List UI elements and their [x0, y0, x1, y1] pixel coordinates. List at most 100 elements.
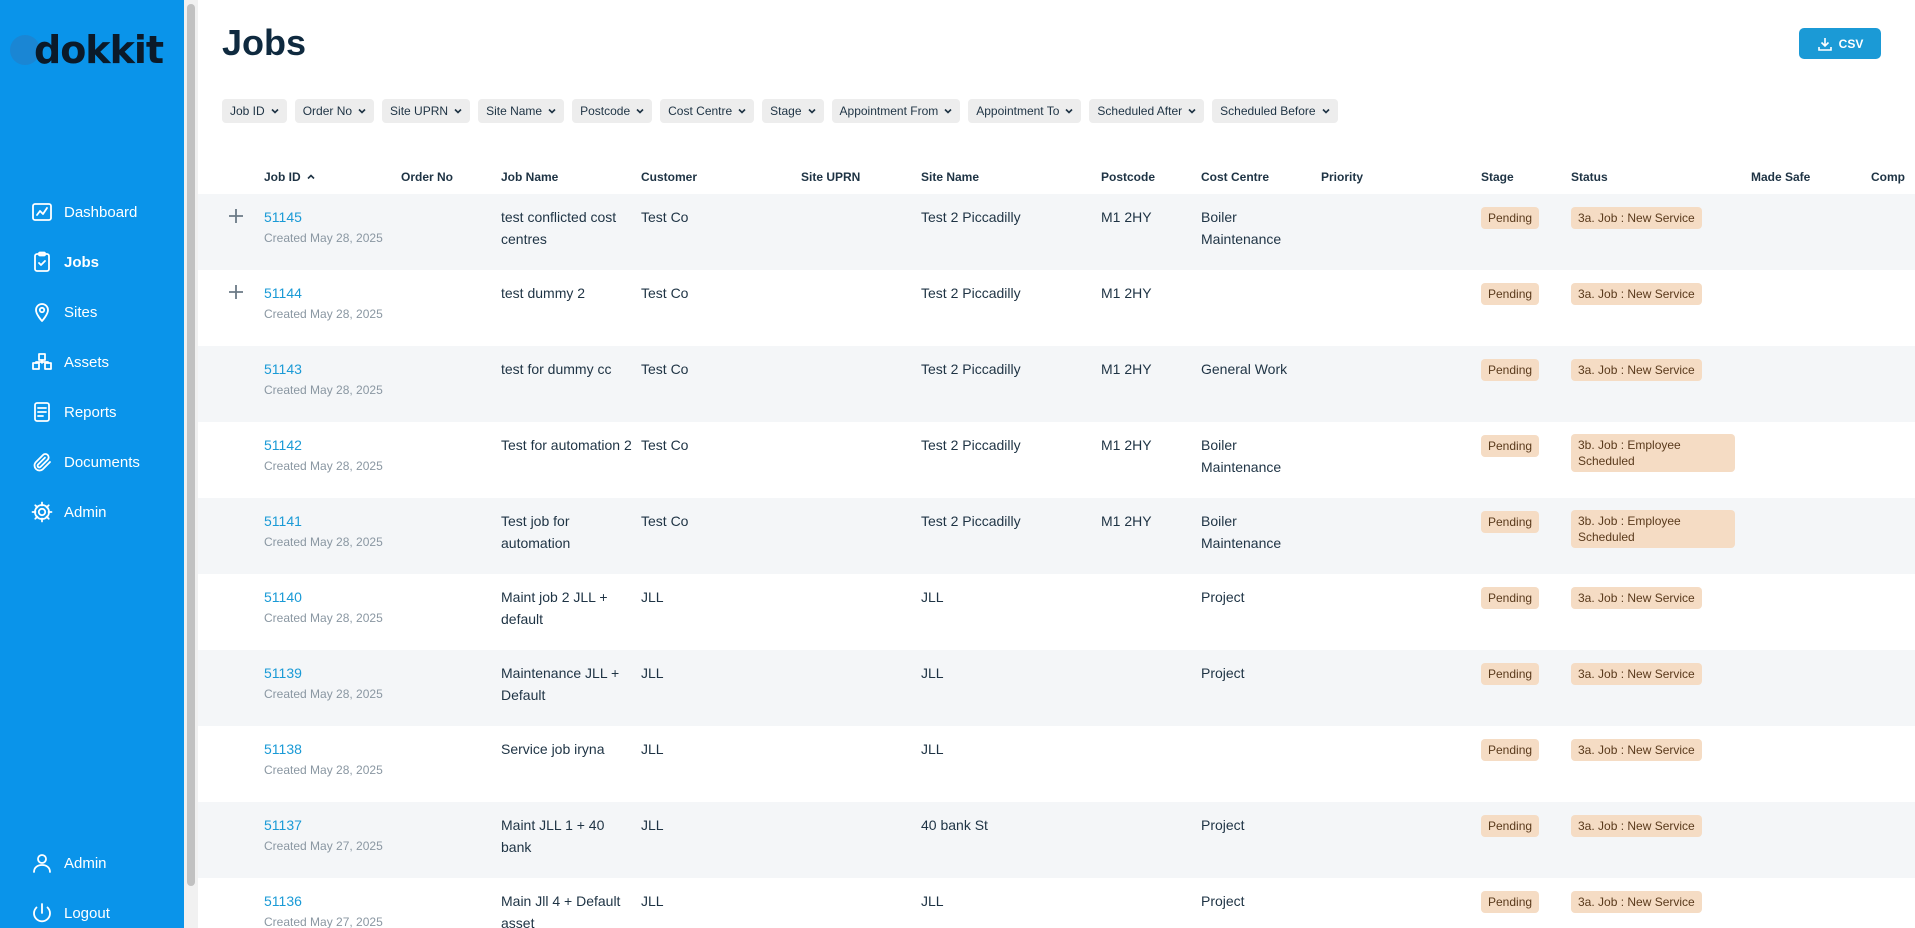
job-id-link[interactable]: 51141 — [264, 510, 394, 532]
column-header-job-id[interactable]: Job ID — [264, 160, 315, 194]
sidebar-item-jobs[interactable]: Jobs — [0, 237, 184, 287]
status-badge: 3a. Job : New Service — [1571, 891, 1702, 913]
job-name-cell: test dummy 2 — [501, 285, 586, 301]
created-date: Created May 27, 2025 — [264, 915, 383, 928]
column-header-status[interactable]: Status — [1571, 160, 1608, 194]
filter-postcode[interactable]: Postcode — [572, 99, 653, 123]
table-row[interactable]: 51145 Created May 28, 2025 test conflicted… — [198, 194, 1915, 270]
column-header-customer[interactable]: Customer — [641, 160, 697, 194]
column-header-label: Postcode — [1101, 170, 1156, 184]
filter-job-id[interactable]: Job ID — [222, 99, 287, 123]
status-badge: 3a. Job : New Service — [1571, 359, 1702, 381]
sidebar-item-label: Sites — [64, 303, 98, 321]
chevron-down-icon — [358, 108, 366, 114]
table-row[interactable]: 51136 Created May 27, 2025 Main Jll 4 + De… — [198, 878, 1915, 928]
job-id-cell: 51145 Created May 28, 2025 — [264, 206, 394, 248]
table-row[interactable]: 51137 Created May 27, 2025 Maint JLL 1 + 4… — [198, 802, 1915, 878]
stage-cell: Pending — [1481, 282, 1540, 305]
job-id-cell: 51142 Created May 28, 2025 — [264, 434, 394, 476]
job-id-link[interactable]: 51139 — [264, 662, 394, 684]
filter-scheduled-after[interactable]: Scheduled After — [1089, 99, 1205, 123]
expand-plus-icon[interactable] — [228, 284, 244, 300]
filter-appointment-to[interactable]: Appointment To — [968, 99, 1082, 123]
filter-cost-centre[interactable]: Cost Centre — [660, 99, 755, 123]
status-badge: 3a. Job : New Service — [1571, 207, 1702, 229]
table-row[interactable]: 51138 Created May 28, 2025 Service job iry… — [198, 726, 1915, 802]
filter-label: Scheduled After — [1097, 104, 1183, 118]
job-id-link[interactable]: 51143 — [264, 358, 394, 380]
column-header-job-name[interactable]: Job Name — [501, 160, 558, 194]
job-id-cell: 51137 Created May 27, 2025 — [264, 814, 394, 856]
site-name-cell: Test 2 Piccadilly — [921, 513, 1021, 529]
job-id-link[interactable]: 51145 — [264, 206, 394, 228]
status-cell: 3a. Job : New Service — [1571, 662, 1741, 685]
job-id-link[interactable]: 51136 — [264, 890, 394, 912]
sidebar-item-sites[interactable]: Sites — [0, 287, 184, 337]
stage-cell: Pending — [1481, 662, 1540, 685]
column-header-label: Site UPRN — [801, 170, 861, 184]
job-id-link[interactable]: 51138 — [264, 738, 394, 760]
table-row[interactable]: 51139 Created May 28, 2025 Maintenance JLL… — [198, 650, 1915, 726]
created-date: Created May 27, 2025 — [264, 839, 383, 853]
column-header-cost-centre[interactable]: Cost Centre — [1201, 160, 1269, 194]
stage-badge: Pending — [1481, 587, 1540, 609]
filter-stage[interactable]: Stage — [762, 99, 824, 123]
filter-order-no[interactable]: Order No — [294, 99, 375, 123]
cost-centre-cell: Project — [1201, 589, 1245, 605]
stage-badge: Pending — [1481, 663, 1540, 685]
scrollbar-thumb[interactable] — [187, 4, 195, 886]
job-id-link[interactable]: 51140 — [264, 586, 394, 608]
job-id-cell: 51144 Created May 28, 2025 — [264, 282, 394, 324]
filter-scheduled-before[interactable]: Scheduled Before — [1212, 99, 1338, 123]
job-id-link[interactable]: 51142 — [264, 434, 394, 456]
sidebar-item-reports[interactable]: Reports — [0, 387, 184, 437]
sidebar-scrollbar[interactable] — [184, 0, 198, 928]
logo[interactable]: dokkit — [10, 28, 164, 72]
sidebar-bottom-item-logout[interactable]: Logout — [0, 888, 184, 928]
table-row[interactable]: 51142 Created May 28, 2025 Test for automa… — [198, 422, 1915, 498]
table-header: Job ID Order No Job Name Customer Site UPRN S… — [198, 160, 1915, 194]
sidebar-nav: Dashboard Jobs Sites Assets Reports Documents… — [0, 187, 184, 537]
table-row[interactable]: 51141 Created May 28, 2025 Test job for au… — [198, 498, 1915, 574]
filter-site-uprn[interactable]: Site UPRN — [382, 99, 471, 123]
expand-plus-icon[interactable] — [228, 208, 244, 224]
sidebar-item-admin[interactable]: Admin — [0, 487, 184, 537]
job-id-link[interactable]: 51144 — [264, 282, 394, 304]
customer-cell: Test Co — [641, 437, 689, 453]
filter-appointment-from[interactable]: Appointment From — [831, 99, 961, 123]
chevron-down-icon — [1321, 108, 1330, 114]
column-header-label: Stage — [1481, 170, 1514, 184]
job-name-cell: test conflicted cost centres — [501, 209, 617, 247]
status-cell: 3a. Job : New Service — [1571, 890, 1741, 913]
sidebar-bottom-item-admin[interactable]: Admin — [0, 838, 184, 888]
sidebar-item-assets[interactable]: Assets — [0, 337, 184, 387]
filter-site-name[interactable]: Site Name — [478, 99, 565, 123]
table-row[interactable]: 51143 Created May 28, 2025 test for dummy … — [198, 346, 1915, 422]
column-header-priority[interactable]: Priority — [1321, 160, 1363, 194]
job-name-cell: Maint JLL 1 + 40 bank — [501, 817, 605, 855]
logo-text: dokkit — [34, 28, 164, 72]
chevron-down-icon — [636, 108, 644, 114]
column-header-comp[interactable]: Comp — [1871, 160, 1905, 194]
stage-cell: Pending — [1481, 586, 1540, 609]
site-name-cell: JLL — [921, 741, 944, 757]
sidebar-item-dashboard[interactable]: Dashboard — [0, 187, 184, 237]
csv-export-button[interactable]: CSV — [1799, 28, 1881, 59]
column-header-order-no[interactable]: Order No — [401, 160, 453, 194]
download-icon — [1817, 37, 1832, 51]
sidebar-item-label: Dashboard — [64, 203, 138, 221]
table-row[interactable]: 51140 Created May 28, 2025 Maint job 2 JLL… — [198, 574, 1915, 650]
job-id-cell: 51140 Created May 28, 2025 — [264, 586, 394, 628]
status-cell: 3a. Job : New Service — [1571, 586, 1741, 609]
column-header-stage[interactable]: Stage — [1481, 160, 1514, 194]
column-header-site-name[interactable]: Site Name — [921, 160, 979, 194]
column-header-site-uprn[interactable]: Site UPRN — [801, 160, 860, 194]
column-header-postcode[interactable]: Postcode — [1101, 160, 1155, 194]
created-date: Created May 28, 2025 — [264, 611, 383, 625]
job-id-link[interactable]: 51137 — [264, 814, 394, 836]
sidebar-item-documents[interactable]: Documents — [0, 437, 184, 487]
created-date: Created May 28, 2025 — [264, 459, 383, 473]
power-icon — [33, 903, 51, 923]
table-row[interactable]: 51144 Created May 28, 2025 test dummy 2 Tes… — [198, 270, 1915, 346]
column-header-made-safe[interactable]: Made Safe — [1751, 160, 1810, 194]
